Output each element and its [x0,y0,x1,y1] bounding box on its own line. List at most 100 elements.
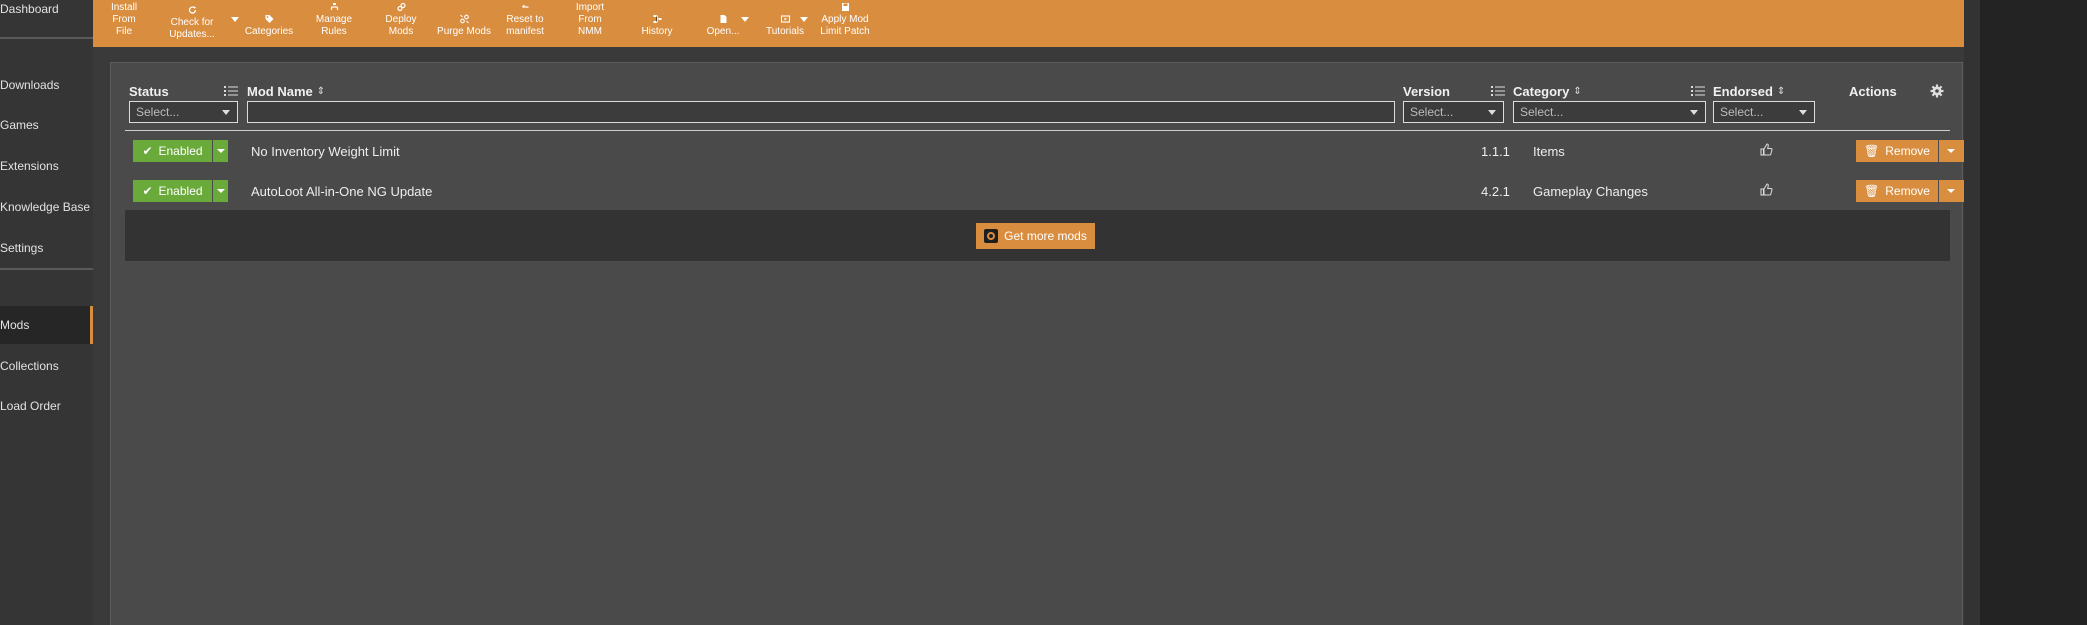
video-icon [780,15,790,23]
rules-icon [330,3,338,10]
filter-placeholder: Select... [1720,105,1764,119]
install-from-file-button[interactable]: Install From File [101,0,147,44]
column-header-version[interactable]: Version [1403,84,1450,99]
trash-icon: 🗑 [1864,144,1880,158]
list-icon[interactable] [1491,85,1505,97]
status-label: Enabled [158,184,203,198]
button-label: Tutorials [766,26,804,37]
column-header-category[interactable]: Category ⇕ [1513,84,1582,99]
status-dropdown-button[interactable] [213,180,228,202]
table-row[interactable]: ✔ Enabled AutoLoot All-in-One NG Update 4… [125,172,1964,212]
version-filter-select[interactable]: Select... [1403,101,1504,123]
link-icon [396,2,406,12]
history-button[interactable]: History [637,0,677,44]
sidebar-item-label: Extensions [0,159,59,173]
check-for-updates-button[interactable]: Check for Updates... [169,3,215,47]
button-label: History [641,26,673,37]
thumbs-up-icon[interactable] [1759,183,1773,197]
right-panel [1980,0,2087,625]
chevron-down-icon [222,110,230,115]
table-row[interactable]: ✔ Enabled No Inventory Weight Limit 1.1.1… [125,132,1964,172]
sidebar-item-knowledge-base[interactable]: Knowledge Base [0,188,93,226]
sidebar-item-collections[interactable]: Collections [0,347,93,385]
sidebar-item-label: Collections [0,359,59,373]
open-button[interactable]: Open... [703,0,743,44]
mod-list-panel: Status Mod Name ⇕ Version Category ⇕ Endor… [110,62,1964,625]
tutorials-button[interactable]: Tutorials [765,0,805,44]
status-dropdown-button[interactable] [213,140,228,162]
sidebar-item-label: Load Order [0,399,61,413]
check-icon: ✔ [142,144,153,158]
unlink-icon [459,14,469,24]
sidebar-item-load-order[interactable]: Load Order [0,387,93,425]
thumbs-up-icon[interactable] [1759,143,1773,157]
folder-icon [720,15,726,23]
sidebar-item-label: Settings [0,241,44,255]
sort-icon: ⇕ [1776,86,1786,97]
open-dropdown[interactable] [741,17,749,22]
gear-icon[interactable] [1930,84,1944,98]
remove-dropdown-button[interactable] [1939,180,1964,202]
enabled-toggle-button[interactable]: ✔ Enabled [133,140,212,162]
mod-category: Items [1533,144,1565,159]
purge-mods-button[interactable]: Purge Mods [437,0,491,44]
button-label: Open... [706,26,740,37]
mod-version: 4.2.1 [1481,184,1510,199]
chevron-down-icon [1488,110,1496,115]
endorsed-filter-select[interactable]: Select... [1713,101,1815,123]
button-label: Get more mods [1004,229,1087,243]
remove-button[interactable]: 🗑 Remove [1856,180,1938,202]
save-icon [841,3,849,11]
deploy-mods-button[interactable]: Deploy Mods [372,0,430,44]
get-more-mods-button[interactable]: Get more mods [976,223,1095,249]
mod-category: Gameplay Changes [1533,184,1648,199]
column-header-status[interactable]: Status [129,84,169,99]
check-for-updates-dropdown[interactable] [231,17,239,22]
sidebar-divider [0,268,93,270]
sidebar-item-extensions[interactable]: Extensions [0,147,93,185]
sidebar-item-label: Mods [0,318,30,332]
list-icon[interactable] [1691,85,1705,97]
sort-icon: ⇕ [316,86,326,97]
column-header-endorsed[interactable]: Endorsed ⇕ [1713,84,1785,99]
apply-mod-limit-patch-button[interactable]: Apply Mod Limit Patch [819,0,871,44]
list-icon[interactable] [224,85,238,97]
column-header-mod-name[interactable]: Mod Name ⇕ [247,84,325,99]
column-label: Category [1513,84,1570,99]
mod-name-filter-input[interactable] [247,101,1395,123]
category-filter-select[interactable]: Select... [1513,101,1706,123]
get-more-mods-bar: Get more mods [125,210,1950,261]
tutorials-dropdown[interactable] [800,17,808,22]
sidebar-item-games[interactable]: Games [0,106,93,144]
button-label: Install From [110,2,138,25]
button-label: manifest [506,26,544,37]
column-label: Mod Name [247,84,313,99]
manage-rules-button[interactable]: Manage Rules [312,0,356,44]
sidebar-item-mods[interactable]: Mods [0,306,93,344]
remove-button[interactable]: 🗑 Remove [1856,140,1938,162]
sidebar-item-settings[interactable]: Settings [0,229,93,267]
button-label: NMM [578,26,602,37]
reset-icon [521,4,528,8]
enabled-toggle-button[interactable]: ✔ Enabled [133,180,212,202]
sidebar-item-dashboard[interactable]: Dashboard [0,0,93,28]
tag-icon [265,15,273,23]
column-header-actions: Actions [1849,84,1897,99]
button-label: Remove [1885,184,1930,198]
filter-placeholder: Select... [1520,105,1564,119]
sort-icon: ⇕ [1573,86,1582,97]
column-label: Status [129,84,169,99]
button-label: Manage [315,14,353,25]
import-from-nmm-button[interactable]: Import From NMM [563,0,617,44]
button-label: Categories [244,26,294,37]
filter-placeholder: Select... [136,105,180,119]
reset-to-manifest-button[interactable]: Reset to manifest [503,0,547,44]
mod-version: 1.1.1 [1481,144,1510,159]
button-label: Check for [170,17,214,28]
status-filter-select[interactable]: Select... [129,101,238,123]
header-divider [125,130,1950,131]
categories-button[interactable]: Categories [244,0,294,44]
sidebar-item-downloads[interactable]: Downloads [0,66,93,104]
refresh-icon [188,6,196,14]
remove-dropdown-button[interactable] [1939,140,1964,162]
